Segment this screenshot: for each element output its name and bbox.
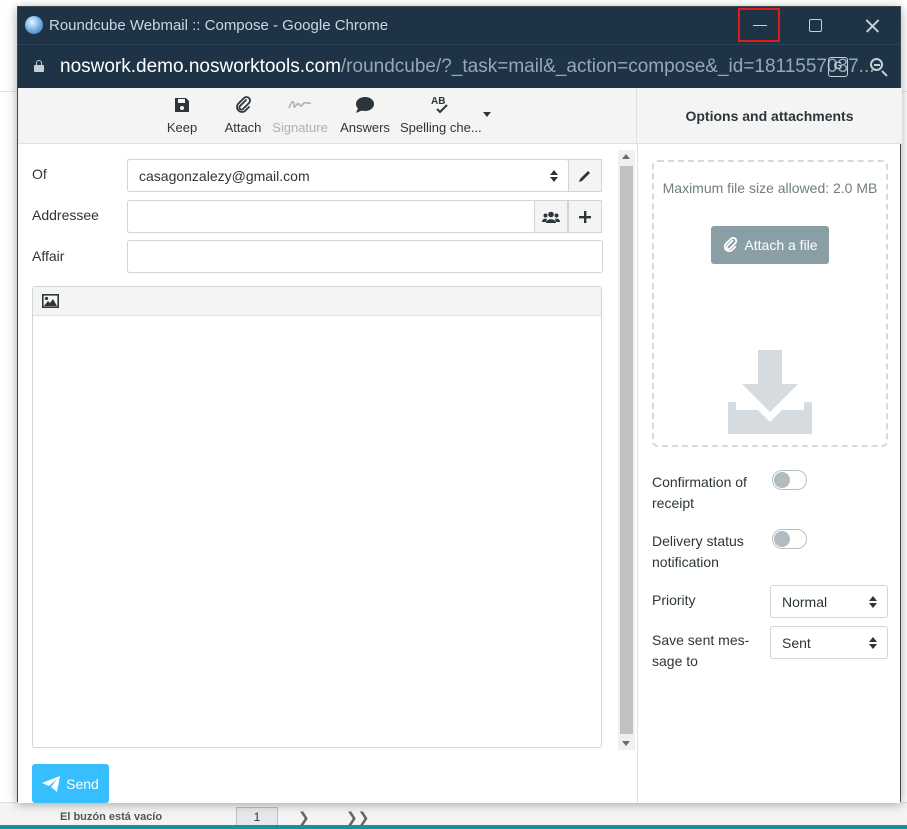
dsn-toggle[interactable] bbox=[772, 529, 807, 549]
download-icon bbox=[728, 350, 812, 437]
paperclip-icon bbox=[724, 237, 738, 253]
save-sent-label: Save sent mes-sage to bbox=[652, 632, 750, 669]
subject-input[interactable] bbox=[127, 240, 603, 273]
plus-icon bbox=[579, 210, 591, 223]
signature-label: Signature bbox=[272, 120, 328, 135]
compose-window: Roundcube Webmail :: Compose - Google Ch… bbox=[17, 6, 902, 803]
select-arrows-icon bbox=[550, 170, 558, 182]
subject-label: Affair bbox=[32, 248, 65, 264]
paperclip-icon bbox=[222, 94, 264, 116]
from-select[interactable]: casagonzalezy@gmail.com bbox=[127, 159, 569, 192]
page-number-input[interactable]: 1 bbox=[236, 807, 278, 827]
options-panel: Maximum file size allowed: 2.0 MB Attach… bbox=[637, 144, 902, 803]
spelling-label: Spelling che... bbox=[400, 120, 482, 135]
signature-icon bbox=[272, 94, 328, 116]
answers-label: Answers bbox=[340, 120, 390, 135]
mailbox-empty-text: El buzón está vacío bbox=[60, 811, 163, 823]
dsn-label: Delivery status notification bbox=[652, 533, 744, 570]
options-header: Options and attachments bbox=[637, 88, 902, 144]
comment-icon bbox=[339, 94, 391, 116]
send-button[interactable]: Send bbox=[32, 764, 109, 803]
edit-identity-button[interactable] bbox=[568, 159, 602, 192]
minimize-button[interactable] bbox=[732, 7, 788, 44]
attach-file-label: Attach a file bbox=[744, 237, 818, 253]
last-page-icon[interactable]: ❯❯ bbox=[346, 809, 369, 826]
window-titlebar: Roundcube Webmail :: Compose - Google Ch… bbox=[18, 7, 900, 44]
next-page-icon[interactable]: ❯ bbox=[298, 809, 310, 826]
from-value: casagonzalezy@gmail.com bbox=[139, 168, 310, 184]
background-accent-strip bbox=[0, 825, 907, 829]
attach-label: Attach bbox=[224, 120, 262, 135]
from-label: Of bbox=[32, 166, 47, 182]
address-bar[interactable]: noswork.demo.nosworktools.com/roundcube/… bbox=[18, 44, 900, 88]
keep-label: Keep bbox=[166, 120, 198, 135]
translate-icon[interactable]: G bbox=[828, 57, 848, 77]
scroll-up-icon[interactable] bbox=[622, 154, 630, 159]
svg-text:AB: AB bbox=[431, 96, 445, 107]
attachment-dropzone[interactable]: Maximum file size allowed: 2.0 MB Attach… bbox=[652, 160, 888, 447]
answers-button[interactable]: Answers bbox=[339, 94, 391, 135]
compose-content: Keep Attach Signature Answers AB Spellin… bbox=[18, 88, 902, 803]
select-arrows-icon bbox=[869, 637, 877, 649]
priority-label: Priority bbox=[652, 592, 696, 608]
keep-button[interactable]: Keep bbox=[165, 94, 199, 135]
pencil-icon bbox=[579, 170, 590, 182]
to-input[interactable] bbox=[127, 200, 535, 233]
add-header-button[interactable] bbox=[568, 200, 602, 233]
maximize-icon bbox=[809, 19, 822, 32]
form-scrollbar[interactable] bbox=[618, 150, 635, 750]
signature-button[interactable]: Signature bbox=[272, 94, 328, 135]
priority-select[interactable]: Normal bbox=[770, 585, 888, 618]
receipt-label: Confirmation of receipt bbox=[652, 474, 747, 511]
users-icon bbox=[542, 211, 560, 223]
scroll-down-icon[interactable] bbox=[622, 741, 630, 746]
spelling-dropdown-icon[interactable] bbox=[483, 112, 491, 117]
compose-form: Of casagonzalezy@gmail.com Addressee Aff… bbox=[18, 144, 637, 803]
message-body-editor[interactable] bbox=[32, 286, 602, 748]
scroll-thumb[interactable] bbox=[620, 166, 633, 734]
address-book-button[interactable] bbox=[534, 200, 568, 233]
image-icon[interactable] bbox=[42, 294, 59, 311]
receipt-toggle[interactable] bbox=[772, 470, 807, 490]
spellcheck-icon: AB bbox=[400, 94, 480, 116]
paper-plane-icon bbox=[42, 775, 61, 792]
editor-toolbar bbox=[33, 287, 601, 316]
priority-value: Normal bbox=[782, 594, 828, 610]
roundcube-favicon-icon bbox=[25, 16, 43, 34]
save-icon bbox=[165, 94, 199, 116]
attach-file-button[interactable]: Attach a file bbox=[711, 226, 829, 264]
save-sent-select[interactable]: Sent bbox=[770, 626, 888, 659]
url-text[interactable]: noswork.demo.nosworktools.com/roundcube/… bbox=[60, 56, 875, 78]
compose-toolbar: Keep Attach Signature Answers AB Spellin… bbox=[18, 88, 637, 144]
highlight-box bbox=[738, 8, 780, 42]
max-file-size-text: Maximum file size allowed: 2.0 MB bbox=[662, 180, 878, 196]
to-label: Addressee bbox=[32, 207, 99, 223]
lock-icon bbox=[34, 60, 44, 72]
close-button[interactable] bbox=[844, 7, 900, 44]
send-label: Send bbox=[66, 775, 99, 792]
maximize-button[interactable] bbox=[788, 7, 844, 44]
select-arrows-icon bbox=[869, 596, 877, 608]
attach-button[interactable]: Attach bbox=[222, 94, 264, 135]
spelling-button[interactable]: AB Spelling che... bbox=[400, 94, 482, 135]
save-sent-value: Sent bbox=[782, 635, 811, 651]
window-title: Roundcube Webmail :: Compose - Google Ch… bbox=[49, 17, 389, 34]
zoom-icon[interactable] bbox=[869, 57, 889, 77]
